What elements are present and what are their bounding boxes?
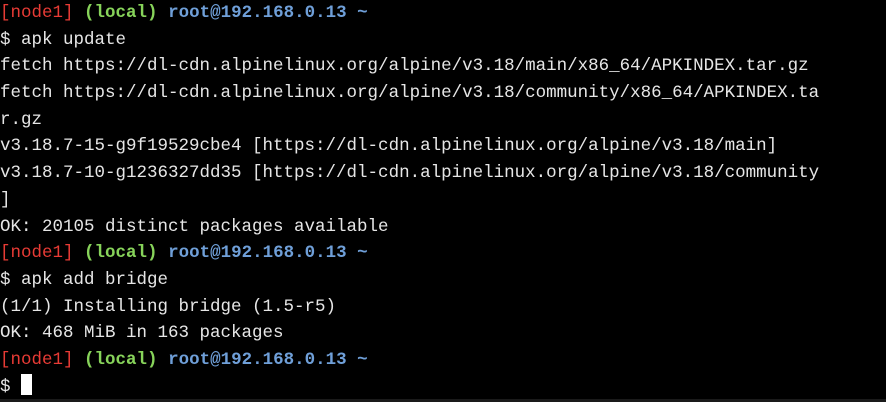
output-line: fetch https://dl-cdn.alpinelinux.org/alp…	[0, 83, 820, 104]
command-line: $ apk add bridge	[0, 269, 169, 290]
prompt-local: (local)	[84, 243, 158, 264]
prompt-line: [node1] (local) root@192.168.0.13 ~	[0, 0, 886, 27]
prompt-line: [node1] (local) root@192.168.0.13 ~	[0, 347, 886, 374]
input-line[interactable]: $	[0, 373, 886, 401]
output-line: v3.18.7-15-g9f19529cbe4 [https://dl-cdn.…	[0, 136, 778, 157]
output-line: r.gz	[0, 109, 43, 130]
prompt-userhost: root@192.168.0.13	[168, 3, 347, 23]
prompt-tilde: ~	[357, 349, 368, 370]
command-line: $ apk update	[0, 29, 127, 50]
prompt-line: [node1] (local) root@192.168.0.13 ~	[0, 240, 886, 267]
prompt-local: (local)	[84, 349, 158, 370]
output-line: ]	[0, 189, 11, 210]
prompt-userhost: root@192.168.0.13	[168, 349, 347, 370]
terminal-window[interactable]: [node1] (local) root@192.168.0.13 ~ $ ap…	[0, 0, 886, 402]
prompt-node: [node1]	[0, 349, 74, 370]
prompt-node: [node1]	[0, 3, 74, 23]
output-line: fetch https://dl-cdn.alpinelinux.org/alp…	[0, 56, 809, 77]
prompt-tilde: ~	[357, 243, 368, 264]
output-line: OK: 20105 distinct packages available	[0, 216, 389, 237]
cursor-block	[20, 373, 32, 395]
prompt-dollar: $	[0, 376, 11, 397]
output-line: OK: 468 MiB in 163 packages	[0, 323, 284, 344]
output-line: (1/1) Installing bridge (1.5-r5)	[0, 296, 337, 317]
prompt-local: (local)	[84, 3, 158, 23]
prompt-userhost: root@192.168.0.13	[168, 243, 347, 264]
prompt-tilde: ~	[357, 3, 368, 23]
output-line: v3.18.7-10-g1236327dd35 [https://dl-cdn.…	[0, 163, 820, 184]
prompt-node: [node1]	[0, 243, 74, 264]
